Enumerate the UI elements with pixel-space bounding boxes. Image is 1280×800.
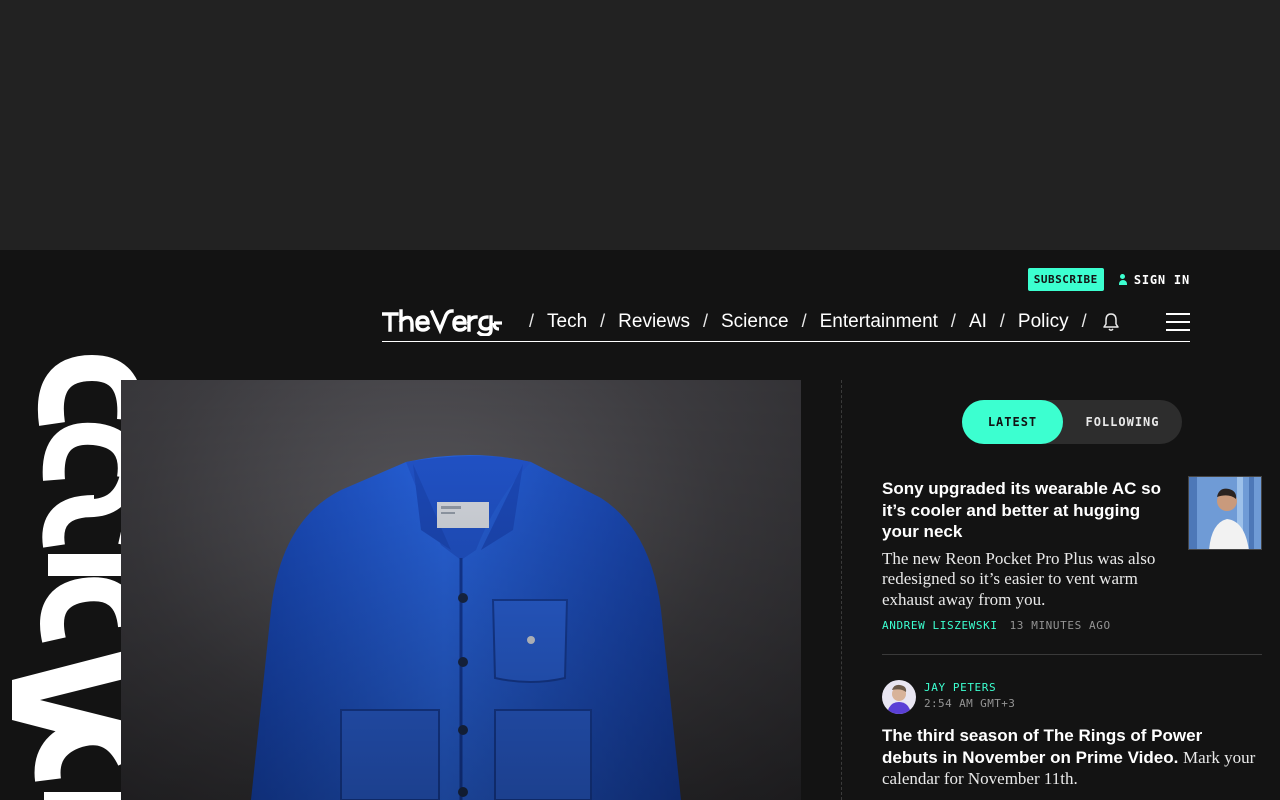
main-nav: / Tech / Reviews / Science / Entertainme… bbox=[382, 302, 1190, 342]
story-title[interactable]: Sony upgraded its wearable AC so it’s co… bbox=[882, 478, 1167, 543]
nav-item-science[interactable]: Science bbox=[721, 311, 789, 333]
sign-in-link[interactable]: SIGN IN bbox=[1118, 273, 1190, 287]
bell-icon[interactable] bbox=[1102, 312, 1120, 332]
post-author[interactable]: JAY PETERS bbox=[924, 681, 996, 694]
story-thumbnail[interactable] bbox=[1188, 476, 1262, 550]
story-dek: The new Reon Pocket Pro Plus was also re… bbox=[882, 548, 1156, 609]
story-time: 13 MINUTES AGO bbox=[1009, 619, 1111, 632]
nav-separator: / bbox=[999, 311, 1005, 331]
hamburger-menu-icon[interactable] bbox=[1166, 312, 1190, 331]
author-avatar[interactable] bbox=[882, 680, 916, 714]
user-icon bbox=[1118, 274, 1128, 285]
ad-slot bbox=[0, 0, 1280, 250]
nav-item-entertainment[interactable]: Entertainment bbox=[820, 311, 938, 333]
nav-separator: / bbox=[801, 311, 807, 331]
nav-separator: / bbox=[529, 311, 535, 331]
sign-in-label: SIGN IN bbox=[1133, 272, 1190, 287]
verge-logo[interactable] bbox=[382, 308, 502, 336]
story-author[interactable]: ANDREW LISZEWSKI bbox=[882, 619, 998, 632]
column-divider bbox=[841, 380, 842, 800]
story-card: Sony upgraded its wearable AC so it’s co… bbox=[882, 476, 1262, 632]
feed-toggle: LATEST FOLLOWING bbox=[962, 400, 1182, 444]
nav-separator: / bbox=[950, 311, 956, 331]
tab-following[interactable]: FOLLOWING bbox=[1063, 415, 1182, 429]
tab-latest[interactable]: LATEST bbox=[962, 400, 1063, 444]
homepage: SUBSCRIBE SIGN IN / Tech / Reviews / Sci… bbox=[0, 250, 1280, 800]
hero-image[interactable] bbox=[121, 380, 801, 800]
post-headline[interactable]: The third season of The Rings of Power d… bbox=[882, 726, 1202, 767]
story-divider bbox=[882, 654, 1262, 655]
post-body: The third season of The Rings of Power d… bbox=[882, 725, 1262, 790]
subscribe-button[interactable]: SUBSCRIBE bbox=[1027, 268, 1104, 291]
nav-item-reviews[interactable]: Reviews bbox=[618, 311, 690, 333]
nav-item-policy[interactable]: Policy bbox=[1018, 311, 1069, 333]
nav-separator: / bbox=[702, 311, 708, 331]
post-time: 2:54 AM GMT+3 bbox=[924, 697, 1016, 710]
nav-item-ai[interactable]: AI bbox=[969, 311, 987, 333]
nav-separator: / bbox=[600, 311, 606, 331]
story-meta: ANDREW LISZEWSKI 13 MINUTES AGO bbox=[882, 619, 1262, 632]
utility-bar: SUBSCRIBE SIGN IN bbox=[1027, 268, 1190, 291]
nav-item-tech[interactable]: Tech bbox=[547, 311, 587, 333]
nav-separator: / bbox=[1081, 311, 1087, 331]
